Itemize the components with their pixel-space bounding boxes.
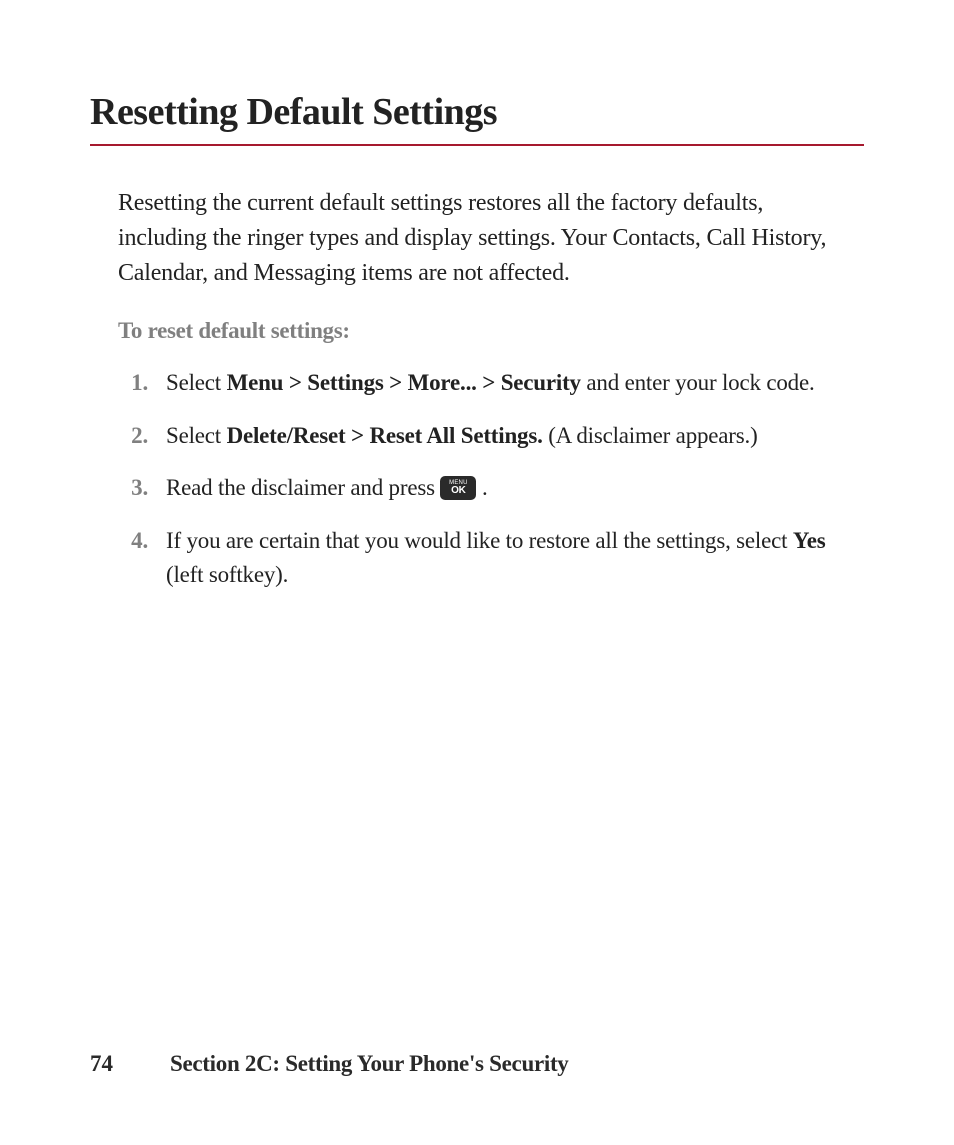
page-footer: 74 Section 2C: Setting Your Phone's Secu… <box>90 1051 864 1077</box>
step-number: 1. <box>118 366 166 401</box>
step-content: Select Delete/Reset > Reset All Settings… <box>166 419 864 454</box>
step-post: and enter your lock code. <box>581 370 815 395</box>
step-bold: Delete/Reset > Reset All Settings. <box>227 423 543 448</box>
key-ok-label: OK <box>451 486 466 496</box>
step-pre: Read the disclaimer and press <box>166 475 440 500</box>
steps-list: 1. Select Menu > Settings > More... > Se… <box>118 366 864 593</box>
step-content: If you are certain that you would like t… <box>166 524 864 593</box>
page-number: 74 <box>90 1051 170 1077</box>
intro-paragraph: Resetting the current default settings r… <box>118 186 854 290</box>
steps-subheading: To reset default settings: <box>118 318 864 344</box>
section-label: Section 2C: Setting Your Phone's Securit… <box>170 1051 569 1077</box>
step-content: Read the disclaimer and press MENUOK . <box>166 471 864 506</box>
step-post: (left softkey). <box>166 562 288 587</box>
step-post: . <box>476 475 487 500</box>
step-bold: Menu > Settings > More... > Security <box>227 370 581 395</box>
step-number: 2. <box>118 419 166 454</box>
step-pre: Select <box>166 423 227 448</box>
step-pre: Select <box>166 370 227 395</box>
step-item: 4. If you are certain that you would lik… <box>118 524 864 593</box>
menu-ok-key-icon: MENUOK <box>440 476 476 500</box>
page-title: Resetting Default Settings <box>90 90 864 146</box>
step-number: 3. <box>118 471 166 506</box>
step-item: 3. Read the disclaimer and press MENUOK … <box>118 471 864 506</box>
step-item: 2. Select Delete/Reset > Reset All Setti… <box>118 419 864 454</box>
step-number: 4. <box>118 524 166 559</box>
step-item: 1. Select Menu > Settings > More... > Se… <box>118 366 864 401</box>
step-bold: Yes <box>793 528 826 553</box>
step-pre: If you are certain that you would like t… <box>166 528 793 553</box>
step-content: Select Menu > Settings > More... > Secur… <box>166 366 864 401</box>
step-post: (A disclaimer appears.) <box>543 423 758 448</box>
